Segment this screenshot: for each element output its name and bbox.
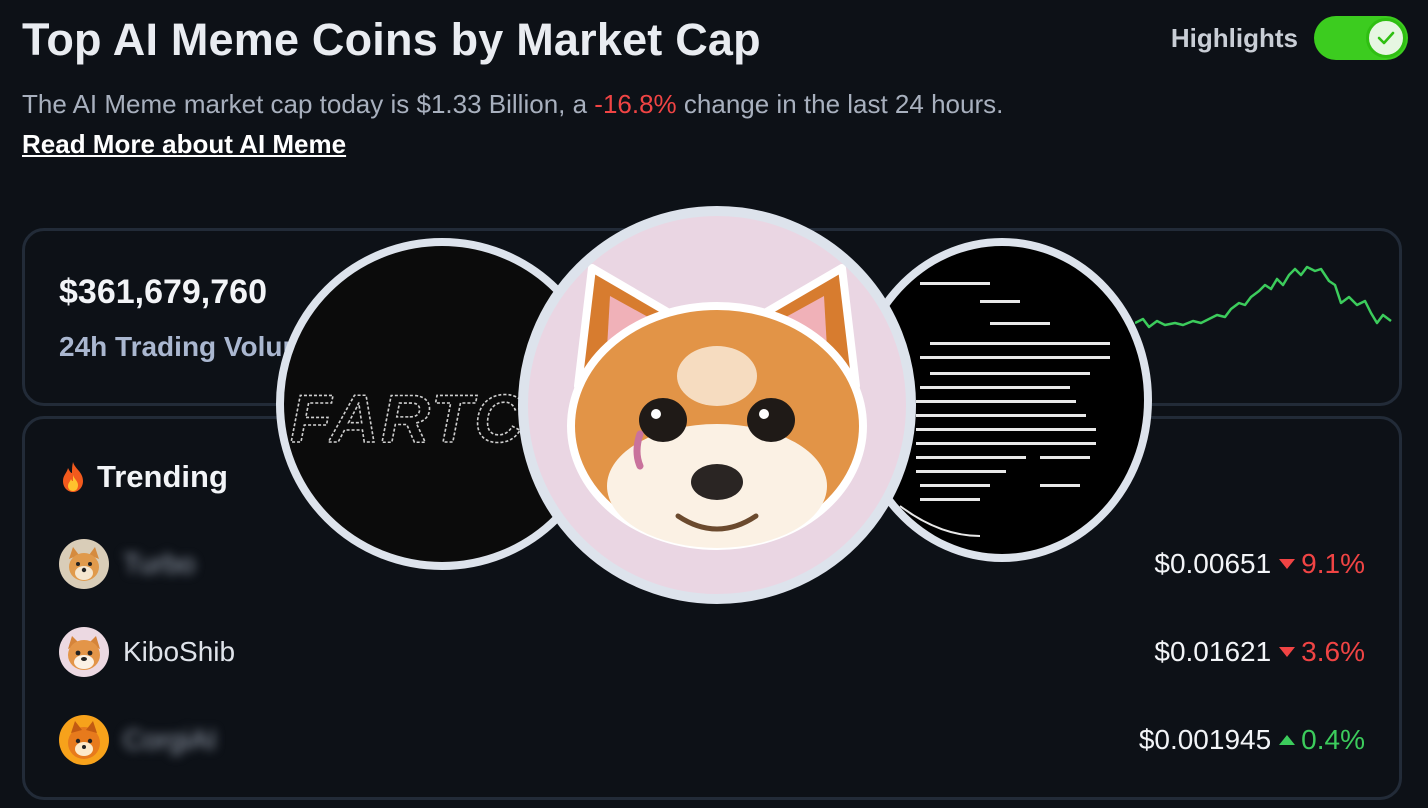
highlights-control: Highlights [1171,16,1408,60]
coin-name: Turbo [123,548,196,579]
coin-price: $0.001945 [1138,724,1272,755]
trending-row[interactable]: CorgiAI $0.001945 0.4% [59,713,1365,767]
coin-price-change: $0.001945 0.4% [1139,724,1365,756]
page-subtitle: The AI Meme market cap today is $1.33 Bi… [22,84,1052,164]
subtitle-prefix: The AI Meme market cap today is $1.33 Bi… [22,89,595,119]
check-icon [1377,31,1395,45]
corgi-icon [59,715,109,765]
coin-price-change: $0.01621 3.6% [1154,636,1365,668]
shiba-face-icon [59,627,109,677]
coin-price: $0.01621 [1154,636,1272,667]
triangle-up-icon [1279,735,1296,745]
shiba-face-large-icon [567,264,867,550]
coin-name: CorgiAI [123,724,217,755]
volume-sparkline [1135,265,1392,329]
read-more-link[interactable]: Read More about AI Meme [22,129,346,159]
coin-change-value: 3.6% [1301,636,1365,667]
trending-row[interactable]: KiboShib $0.01621 3.6% [59,625,1365,679]
volume-value: $361,679,760 [59,273,267,311]
coin-name: KiboShib [123,636,236,667]
fire-icon [63,462,83,492]
subtitle-suffix: change in the last 24 hours. [676,89,1004,119]
triangle-down-icon [1279,559,1296,569]
market-cap-change: -16.8% [594,89,677,119]
coin-change: 9.1% [1279,548,1365,580]
coin-change-value: 0.4% [1301,724,1365,755]
triangle-down-icon [1279,647,1296,657]
coin-price: $0.00651 [1154,548,1272,579]
coin-price-change: $0.00651 9.1% [1154,548,1365,580]
coin-change: 0.4% [1279,724,1365,756]
shiba-dog-icon [59,539,109,589]
trending-header: Trending [59,459,228,495]
kiboshib-logo-bubble[interactable] [518,206,916,604]
page-title: Top AI Meme Coins by Market Cap [22,14,761,65]
highlights-label: Highlights [1170,22,1298,53]
coin-change-value: 9.1% [1301,548,1365,579]
coin-change: 3.6% [1279,636,1365,668]
highlights-toggle[interactable] [1314,16,1408,60]
toggle-knob [1366,18,1406,58]
trending-title: Trending [97,459,228,494]
